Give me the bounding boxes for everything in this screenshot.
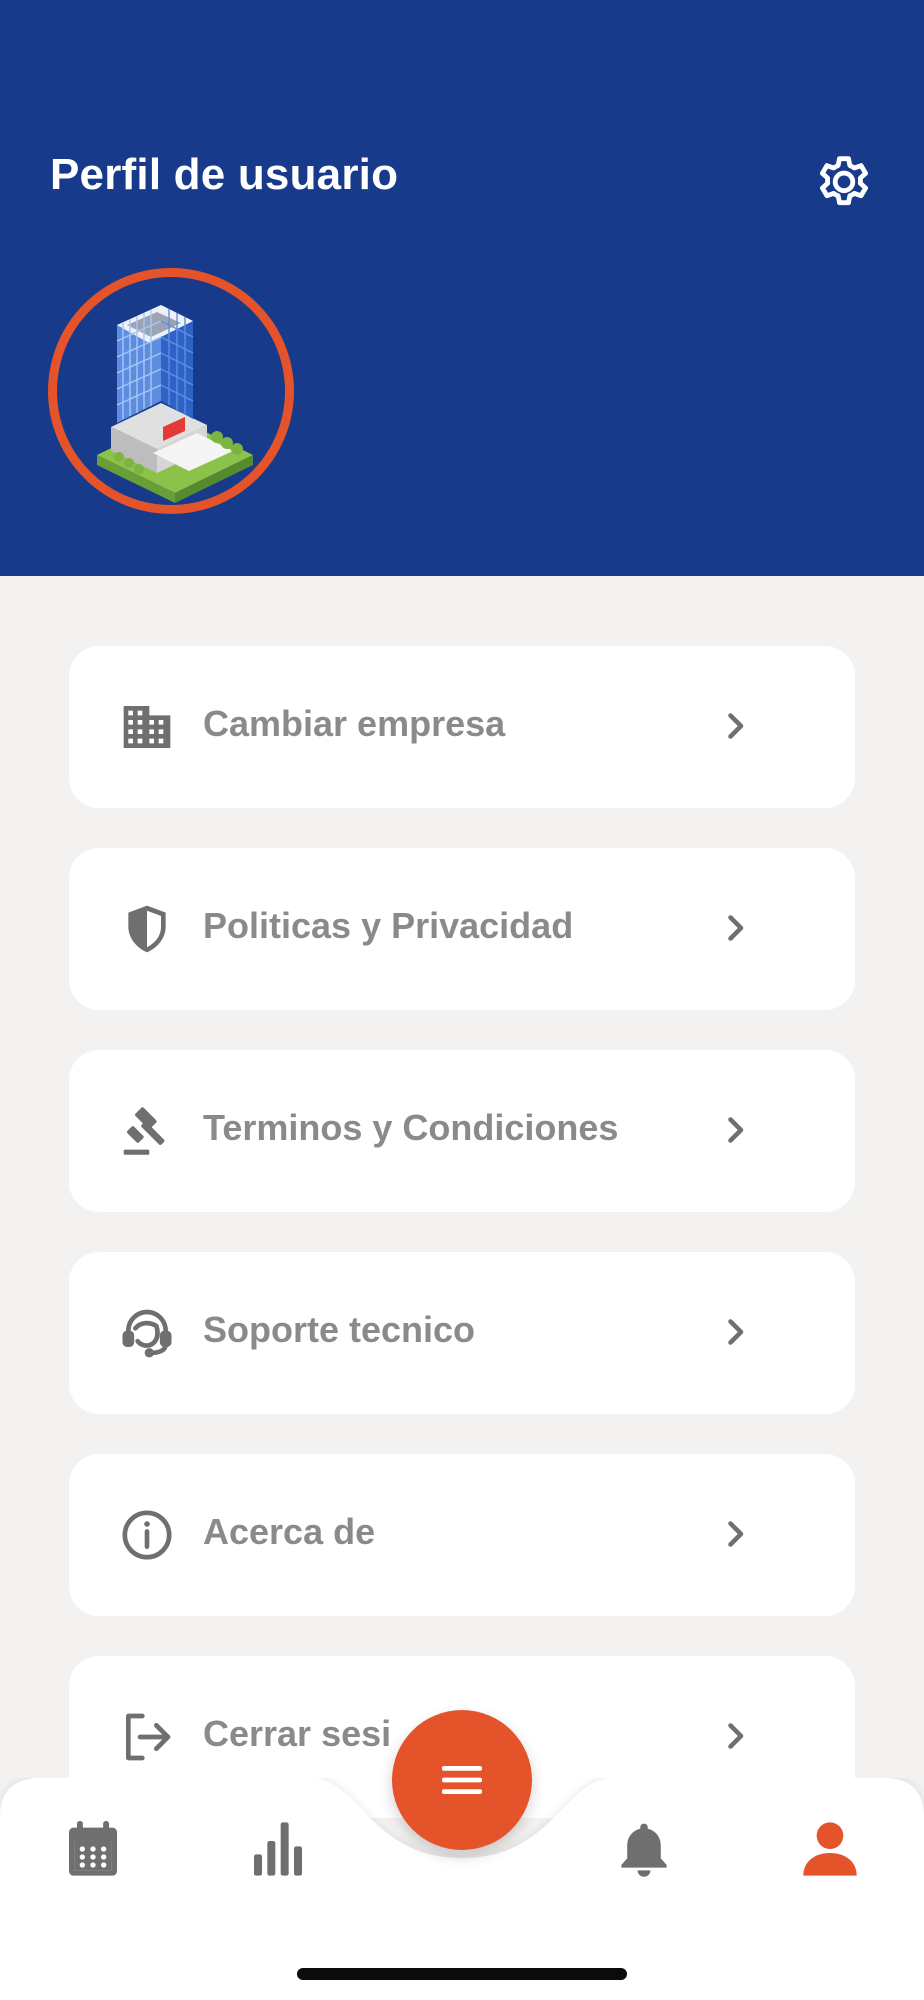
menu-item-cambiar-empresa[interactable]: Cambiar empresa: [69, 646, 855, 808]
menu-item-terminos-condiciones[interactable]: Terminos y Condiciones: [69, 1050, 855, 1212]
chevron-right-icon: [728, 1117, 744, 1143]
menu-item-label: Politicas y Privacidad: [203, 905, 574, 946]
menu-icon: [442, 1766, 482, 1794]
bell-icon[interactable]: [612, 1817, 676, 1881]
menu-item-label: Cambiar empresa: [203, 703, 506, 744]
menu-item-politicas-privacidad[interactable]: Politicas y Privacidad: [69, 848, 855, 1010]
info-icon: [122, 1510, 172, 1560]
menu-item-label: Terminos y Condiciones: [203, 1107, 619, 1148]
gavel-icon: [123, 1107, 165, 1155]
home-indicator: [297, 1968, 627, 1980]
menu-fab-button[interactable]: [392, 1710, 532, 1850]
shield-icon: [128, 905, 166, 953]
logout-icon: [126, 1713, 171, 1761]
chevron-right-icon: [728, 1521, 744, 1547]
support-agent-icon: [122, 1309, 172, 1358]
page-title: Perfil de usuario: [50, 150, 399, 199]
chevron-right-icon: [728, 915, 744, 941]
user-icon[interactable]: [798, 1817, 862, 1881]
avatar[interactable]: [48, 268, 294, 514]
building-icon: [123, 706, 171, 748]
menu-item-label: Acerca de: [203, 1511, 376, 1552]
gear-icon[interactable]: [812, 152, 876, 216]
menu-item-soporte-tecnico[interactable]: Soporte tecnico: [69, 1252, 855, 1414]
chevron-right-icon: [728, 713, 744, 739]
bar-chart-icon[interactable]: [246, 1817, 310, 1881]
menu-item-acerca-de[interactable]: Acerca de: [69, 1454, 855, 1616]
chevron-right-icon: [728, 1319, 744, 1345]
calendar-icon[interactable]: [61, 1817, 125, 1881]
menu-item-label: Cerrar sesi: [203, 1713, 392, 1754]
profile-header: Perfil de usuario: [0, 0, 924, 576]
menu-item-label: Soporte tecnico: [203, 1309, 476, 1350]
chevron-right-icon: [728, 1723, 744, 1749]
office-building-illustration: [97, 305, 253, 503]
